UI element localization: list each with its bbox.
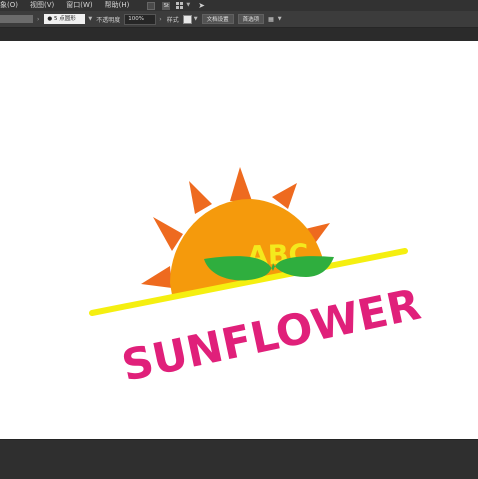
arrange-icon[interactable]: ▦ <box>268 16 274 23</box>
sunflower-logo[interactable]: ABC SUNFLOWER <box>0 41 478 439</box>
opacity-label[interactable]: 不透明度 <box>96 15 120 24</box>
stock-icon[interactable]: St <box>162 1 171 10</box>
workspace-icon[interactable] <box>147 1 156 10</box>
control-bar: › ● 5 点圆形 ▼ 不透明度 100% › 样式 ▼ 文档设置 首选项 ▦ … <box>0 11 478 28</box>
brush-chevron-icon[interactable]: ▼ <box>88 16 92 22</box>
graphic-style-swatch[interactable] <box>182 14 192 24</box>
tab-strip <box>0 28 478 41</box>
style-chevron-icon[interactable]: ▼ <box>194 16 198 22</box>
menu-help[interactable]: 帮助(H) <box>105 0 130 11</box>
menu-bar: 象(O) 视图(V) 窗口(W) 帮助(H) St ▼ ➤ <box>0 0 478 11</box>
bottom-panel <box>0 439 478 479</box>
swatch-chevron-icon[interactable]: › <box>37 16 39 23</box>
menu-view[interactable]: 视图(V) <box>30 0 54 11</box>
stroke-swatch[interactable] <box>0 15 33 23</box>
petal <box>230 167 252 201</box>
document-setup-button[interactable]: 文档设置 <box>201 14 234 24</box>
brush-dropdown[interactable]: ● 5 点圆形 <box>44 14 86 24</box>
arrange-chevron-icon[interactable]: ▼ <box>278 16 282 22</box>
brush-label: 5 点圆形 <box>53 16 76 22</box>
artboard[interactable]: ABC SUNFLOWER <box>0 41 478 439</box>
brush-dot-icon: ● <box>47 16 53 22</box>
petal <box>189 181 212 214</box>
petal <box>141 266 172 288</box>
rocket-icon[interactable]: ➤ <box>198 0 205 11</box>
chevron-down-icon[interactable]: ▼ <box>186 0 190 11</box>
opacity-arrow-icon[interactable]: › <box>159 16 161 23</box>
arrange-grid-icon[interactable] <box>176 2 184 9</box>
style-label: 样式 <box>166 16 179 24</box>
menu-window[interactable]: 窗口(W) <box>66 0 92 11</box>
opacity-input[interactable]: 100% <box>124 13 157 25</box>
menu-object[interactable]: 象(O) <box>0 0 18 11</box>
preferences-button[interactable]: 首选项 <box>237 14 265 24</box>
